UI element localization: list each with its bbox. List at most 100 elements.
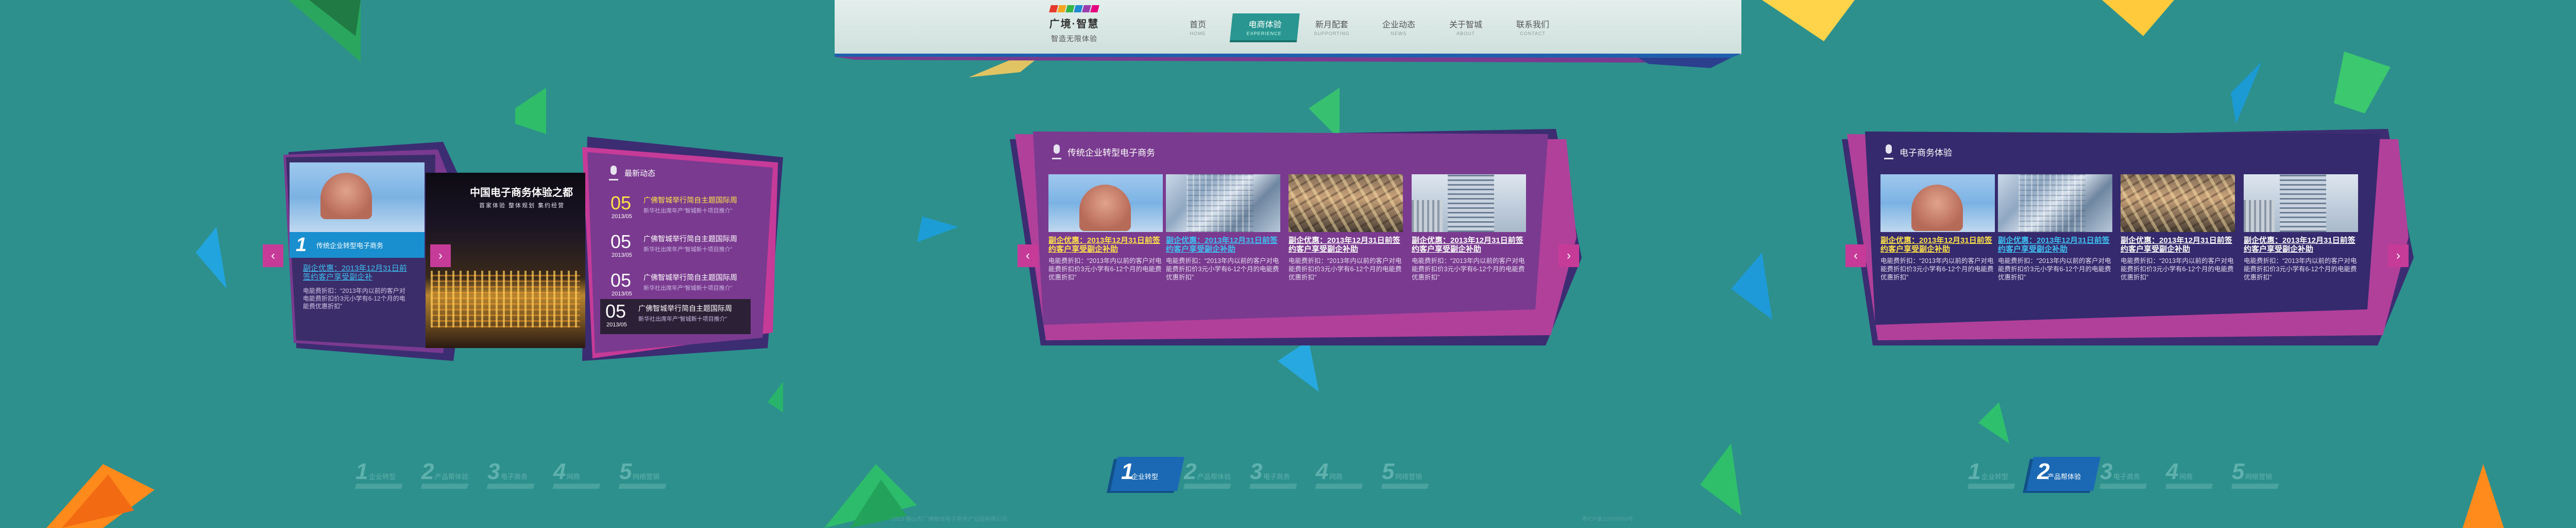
card-body: 电能费折扣：“2013年内以前的客户对电能费折扣价3元小学有6-12个月的电能费… (2121, 257, 2234, 281)
right-panel: 电子商务体验 副企优惠：2013年12月31日前签约客户享受副企补助 副企优惠：… (1842, 124, 2419, 351)
feature-tab[interactable]: 1 传统企业转型电子商务 (290, 232, 425, 258)
footer-icp: 粤ICP备10089999号 (1582, 516, 1634, 522)
nav-contact[interactable]: 联系我们 CONTACT (1499, 13, 1566, 40)
news-summary: 新华社出席年产“智城新十项目推介” (643, 285, 733, 291)
step-1[interactable]: 1 企业转型 (1110, 457, 1185, 491)
nav-home[interactable]: 首页 HOME (1164, 13, 1231, 40)
nav-sublabel: HOME (1190, 31, 1206, 36)
step-2[interactable]: 2 产品帮体验 (1183, 459, 1231, 490)
step-5[interactable]: 5 网络营销 (2231, 459, 2279, 490)
step-3[interactable]: 3 电子商务 (2099, 459, 2147, 490)
card-title-link[interactable]: 副企优惠：2013年12月31日前签约客户享受副企补助 (1880, 236, 1995, 254)
card-title-link[interactable]: 副企优惠：2013年12月31日前签约客户享受副企补助 (1048, 236, 1163, 254)
nav-experience[interactable]: 电商体验 EXPERIENCE (1230, 13, 1300, 40)
card-image[interactable] (1166, 174, 1280, 232)
nav-about[interactable]: 关于智城 ABOUT (1432, 13, 1499, 40)
news-item[interactable]: 05 2013/05 广佛智城举行简自主题国际周 新华社出席年产“智城新十项目推… (605, 229, 756, 265)
step-number: 2 (1184, 459, 1197, 484)
middle-panel-title-label: 传统企业转型电子商务 (1067, 147, 1155, 158)
card-title-link[interactable]: 副企优惠：2013年12月31日前签约客户享受副企补助 (2244, 236, 2358, 254)
card-image[interactable] (2244, 174, 2358, 232)
card-title-link[interactable]: 副企优惠：2013年12月31日前签约客户享受副企补助 (2121, 236, 2235, 254)
step-underline (1315, 484, 1363, 489)
step-4[interactable]: 4 网商 (552, 459, 601, 490)
step-4[interactable]: 4 网商 (1315, 459, 1363, 490)
step-label: 网商 (1329, 473, 1343, 481)
logo-title: 广境·智慧 (1049, 19, 1099, 30)
site-logo[interactable]: 广境·智慧 智造无限体验 (1043, 5, 1105, 48)
card-image[interactable] (1412, 174, 1526, 232)
card-image[interactable] (1880, 174, 1995, 232)
news-month: 2013/05 (612, 291, 632, 297)
news-item[interactable]: 05 2013/05 广佛智城举行简自主题国际周 新华社出席年产“智城新十项目推… (605, 191, 756, 226)
step-number: 5 (2232, 459, 2245, 484)
card-body: 电能费折扣：“2013年内以前的客户对电能费折扣价3元小学有6-12个月的电能费… (2244, 257, 2357, 281)
nav-supporting[interactable]: 新月配套 SUPPORTING (1298, 13, 1365, 40)
left-prev-arrow[interactable]: ‹ (263, 244, 283, 267)
feature-number: 1 (296, 234, 307, 256)
hero-title: 中国电子商务体验之都 (470, 187, 573, 199)
step-1[interactable]: 1 企业转型 (1967, 459, 2015, 490)
news-item-selected[interactable]: 05 2013/05 广佛智城举行简自主题国际周 新华社出席年产“智城新十项目推… (600, 299, 751, 334)
step-label: 电子商务 (1263, 473, 1291, 481)
card-image[interactable] (1289, 174, 1403, 232)
nav-label: 新月配套 (1315, 21, 1348, 29)
feature-link[interactable]: 副企优惠：2013年12月31日前签约客户享受副企补 (303, 264, 411, 282)
feature-image (290, 162, 425, 232)
right-next-arrow[interactable]: › (2388, 244, 2409, 267)
feature-text: 电能费折扣：“2013年内以前的客户对电能费折扣价3元小学有6-12个月的电能费… (303, 287, 405, 310)
step-number: 2 (421, 459, 434, 484)
step-2[interactable]: 2 产品帮体验 (2026, 457, 2101, 491)
card-image[interactable] (1048, 174, 1163, 232)
step-underline (2231, 484, 2279, 489)
card-body: 电能费折扣：“2013年内以前的客户对电能费折扣价3元小学有6-12个月的电能费… (1166, 257, 1279, 281)
step-label: 电子商务 (2113, 473, 2141, 481)
card-body: 电能费折扣：“2013年内以前的客户对电能费折扣价3元小学有6-12个月的电能费… (1048, 257, 1162, 281)
step-label: 电子商务 (501, 473, 528, 481)
middle-prev-arrow[interactable]: ‹ (1018, 244, 1038, 267)
card-body: 电能费折扣：“2013年内以前的客户对电能费折扣价3元小学有6-12个月的电能费… (1289, 257, 1402, 281)
nav-label: 企业动态 (1382, 21, 1415, 29)
step-number: 5 (619, 459, 632, 484)
step-3[interactable]: 3 电子商务 (1249, 459, 1297, 490)
left-next-arrow[interactable]: › (430, 244, 451, 267)
step-5[interactable]: 5 网络营销 (1381, 459, 1429, 490)
card-title-link[interactable]: 副企优惠：2013年12月31日前签约客户享受副企补助 (1412, 236, 1526, 254)
right-prev-arrow[interactable]: ‹ (1845, 244, 1866, 267)
card-image[interactable] (1998, 174, 2112, 232)
step-underline (420, 484, 469, 489)
nav-label: 联系我们 (1516, 21, 1549, 29)
news-day: 05 (611, 270, 632, 291)
top-header: 广境·智慧 智造无限体验 首页 HOME 电商体验 EXPERIENCE 新月配套 S… (835, 0, 1741, 54)
step-label: 网络营销 (2245, 473, 2273, 481)
news-day: 05 (611, 231, 632, 252)
news-heading: 最新动态 (608, 166, 655, 180)
step-underline (2165, 484, 2213, 489)
step-1[interactable]: 1 企业转型 (354, 459, 403, 490)
step-underline (618, 484, 667, 489)
step-label: 企业转型 (1981, 473, 2009, 481)
right-panel-title-label: 电子商务体验 (1900, 147, 1952, 158)
middle-next-arrow[interactable]: › (1558, 244, 1579, 267)
middle-panel: 传统企业转型电子商务 副企优惠：2013年12月31日前签约客户享受副企补助 副… (1010, 124, 1587, 351)
microphone-icon (608, 166, 619, 180)
right-panel-title: 电子商务体验 (1883, 144, 1952, 159)
step-number: 4 (1316, 459, 1329, 484)
step-4[interactable]: 4 网商 (2165, 459, 2213, 490)
news-summary: 新华社出席年产“智城新十项目推介” (643, 246, 733, 253)
news-item[interactable]: 05 2013/05 广佛智城举行简自主题国际周 新华社出席年产“智城新十项目推… (605, 268, 756, 303)
nav-news[interactable]: 企业动态 NEWS (1365, 13, 1432, 40)
step-label: 网商 (567, 473, 581, 481)
card-title-link[interactable]: 副企优惠：2013年12月31日前签约客户享受副企补助 (1998, 236, 2112, 254)
step-number: 1 (1968, 459, 1981, 484)
card-title-link[interactable]: 副企优惠：2013年12月31日前签约客户享受副企补助 (1289, 236, 1403, 254)
step-number: 4 (2166, 459, 2179, 484)
card-title-link[interactable]: 副企优惠：2013年12月31日前签约客户享受副企补助 (1166, 236, 1280, 254)
step-3[interactable]: 3 电子商务 (486, 459, 535, 490)
step-number: 3 (1250, 459, 1263, 484)
step-5[interactable]: 5 网络营销 (618, 459, 667, 490)
card-image[interactable] (2121, 174, 2235, 232)
middle-panel-title: 传统企业转型电子商务 (1051, 144, 1155, 159)
step-number: 1 (355, 459, 368, 484)
step-2[interactable]: 2 产品帮体验 (420, 459, 469, 490)
